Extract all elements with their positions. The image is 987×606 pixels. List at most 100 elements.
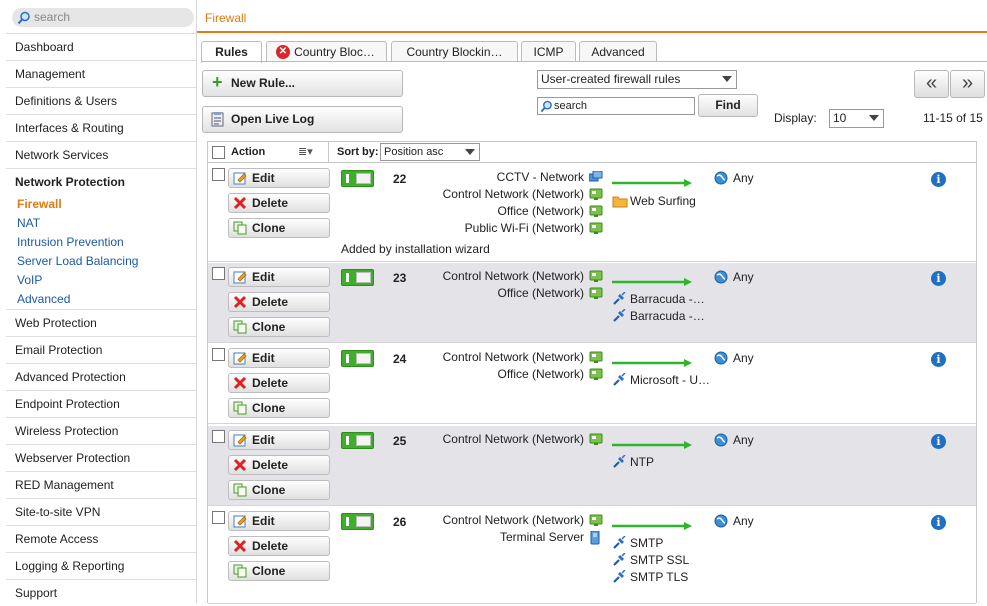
edit-rule-label: Edit	[252, 270, 275, 284]
sidebar-subitem-intrusion-prevention[interactable]: Intrusion Prevention	[17, 233, 124, 252]
edit-icon	[233, 433, 247, 447]
sidebar-subitem-server-load-balancing[interactable]: Server Load Balancing	[17, 252, 138, 271]
rule-filter-select[interactable]: User-created firewall rules	[537, 70, 737, 89]
delete-rule-label: Delete	[252, 458, 289, 472]
delete-rule-label: Delete	[252, 295, 289, 309]
rule-service: Microsoft - U…	[612, 372, 710, 389]
search-icon	[540, 100, 552, 113]
sidebar-item-logging-reporting[interactable]: Logging & Reporting	[6, 552, 196, 579]
display-count-select[interactable]: 10	[829, 109, 884, 128]
tab-country-blocking[interactable]: ✕ Country Bloc…	[266, 41, 387, 62]
rule-destination-label: Any	[733, 171, 754, 185]
open-live-log-button[interactable]: Open Live Log	[202, 106, 403, 133]
sidebar-item-endpoint-protection[interactable]: Endpoint Protection	[6, 390, 196, 417]
edit-rule-button[interactable]: Edit	[228, 267, 330, 287]
rule-service-label: Microsoft - U…	[630, 373, 711, 387]
select-all-checkbox[interactable]	[212, 146, 225, 159]
flow-arrow-icon	[612, 176, 692, 187]
info-icon[interactable]: i	[931, 172, 946, 187]
sidebar-item-network-protection[interactable]: Network Protection	[6, 168, 196, 195]
rule-enabled-toggle[interactable]	[341, 350, 374, 367]
new-rule-button[interactable]: + New Rule...	[202, 70, 403, 97]
log-icon	[211, 112, 224, 127]
tab-country-blocking-label: Country Bloc…	[294, 45, 375, 59]
sidebar-item-interfaces-routing[interactable]: Interfaces & Routing	[6, 114, 196, 141]
new-rule-label: New Rule...	[231, 76, 296, 90]
rule-enabled-toggle[interactable]	[341, 513, 374, 530]
sidebar-subitem-advanced[interactable]: Advanced	[17, 290, 70, 309]
edit-rule-button[interactable]: Edit	[228, 348, 330, 368]
clone-rule-button[interactable]: Clone	[228, 398, 330, 418]
network-icon	[589, 514, 603, 527]
sidebar-item-management[interactable]: Management	[6, 60, 196, 87]
delete-icon	[233, 458, 247, 472]
clone-rule-label: Clone	[252, 564, 286, 578]
next-page-button[interactable]: »	[950, 70, 985, 98]
rule-search-input[interactable]: search	[537, 97, 695, 115]
rule-checkbox[interactable]	[212, 267, 225, 280]
sidebar-item-web-protection[interactable]: Web Protection	[6, 309, 196, 336]
rule-checkbox[interactable]	[212, 511, 225, 524]
rule-service-label: NTP	[630, 455, 654, 469]
rule-checkbox[interactable]	[212, 348, 225, 361]
sidebar-item-network-services[interactable]: Network Services	[6, 141, 196, 168]
sidebar-item-support[interactable]: Support	[6, 579, 196, 606]
rule-checkbox[interactable]	[212, 430, 225, 443]
delete-rule-label: Delete	[252, 539, 289, 553]
info-icon[interactable]: i	[931, 434, 946, 449]
tab-advanced[interactable]: Advanced	[579, 41, 657, 62]
sidebar-search-input[interactable]: search	[12, 8, 194, 27]
tab-rules[interactable]: Rules	[201, 41, 262, 63]
rule-destination: Any	[714, 269, 754, 286]
rule-service: Barracuda -…	[612, 291, 705, 308]
edit-rule-button[interactable]: Edit	[228, 168, 330, 188]
toggle-on-mark	[346, 517, 349, 526]
clone-rule-button[interactable]: Clone	[228, 317, 330, 337]
rule-enabled-toggle[interactable]	[341, 170, 374, 187]
clone-rule-button[interactable]: Clone	[228, 480, 330, 500]
delete-rule-button[interactable]: Delete	[228, 455, 330, 475]
delete-rule-button[interactable]: Delete	[228, 193, 330, 213]
find-button[interactable]: Find	[698, 94, 758, 117]
rule-destination: Any	[714, 170, 754, 187]
rule-enabled-toggle[interactable]	[341, 269, 374, 286]
edit-rule-button[interactable]: Edit	[228, 430, 330, 450]
rule-enabled-toggle[interactable]	[341, 432, 374, 449]
sidebar-search-placeholder: search	[34, 10, 71, 24]
sidebar-item-remote-access[interactable]: Remote Access	[6, 525, 196, 552]
rule-checkbox[interactable]	[212, 168, 225, 181]
sidebar-item-wireless-protection[interactable]: Wireless Protection	[6, 417, 196, 444]
column-menu-icon[interactable]: ≣▾	[298, 145, 313, 158]
delete-rule-button[interactable]: Delete	[228, 536, 330, 556]
tab-icmp[interactable]: ICMP	[521, 41, 576, 62]
clone-rule-button[interactable]: Clone	[228, 218, 330, 238]
sidebar-item-site-to-site-vpn[interactable]: Site-to-site VPN	[6, 498, 196, 525]
sidebar-subitem-nat[interactable]: NAT	[17, 214, 40, 233]
sidebar-subitem-voip[interactable]: VoIP	[17, 271, 42, 290]
clone-rule-button[interactable]: Clone	[228, 561, 330, 581]
tab-country-blocking-exceptions[interactable]: Country Blockin…	[391, 41, 518, 62]
sidebar-item-dashboard[interactable]: Dashboard	[6, 33, 196, 60]
edit-rule-button[interactable]: Edit	[228, 511, 330, 531]
delete-rule-button[interactable]: Delete	[228, 292, 330, 312]
service-icon	[612, 308, 626, 328]
rule-source: Control Network (Network)	[442, 432, 584, 446]
sort-by-select[interactable]: Position asc	[380, 143, 480, 161]
toggle-knob	[356, 272, 371, 283]
network-icon	[589, 433, 603, 446]
sidebar-item-definitions-users[interactable]: Definitions & Users	[6, 87, 196, 114]
toggle-knob	[356, 173, 371, 184]
table-row: Edit Delete Clone 26 Control Network (Networ…	[208, 507, 976, 604]
sidebar-subitem-firewall[interactable]: Firewall	[17, 195, 62, 214]
sidebar-item-webserver-protection[interactable]: Webserver Protection	[6, 444, 196, 471]
info-icon[interactable]: i	[931, 515, 946, 530]
sidebar-item-red-management[interactable]: RED Management	[6, 471, 196, 498]
sidebar-item-email-protection[interactable]: Email Protection	[6, 336, 196, 363]
sidebar-item-advanced-protection[interactable]: Advanced Protection	[6, 363, 196, 390]
rule-service-label: SMTP SSL	[630, 553, 690, 567]
info-icon[interactable]: i	[931, 352, 946, 367]
info-icon[interactable]: i	[931, 271, 946, 286]
flow-arrow-icon	[612, 356, 692, 367]
previous-page-button[interactable]: «	[914, 70, 949, 98]
delete-rule-button[interactable]: Delete	[228, 373, 330, 393]
